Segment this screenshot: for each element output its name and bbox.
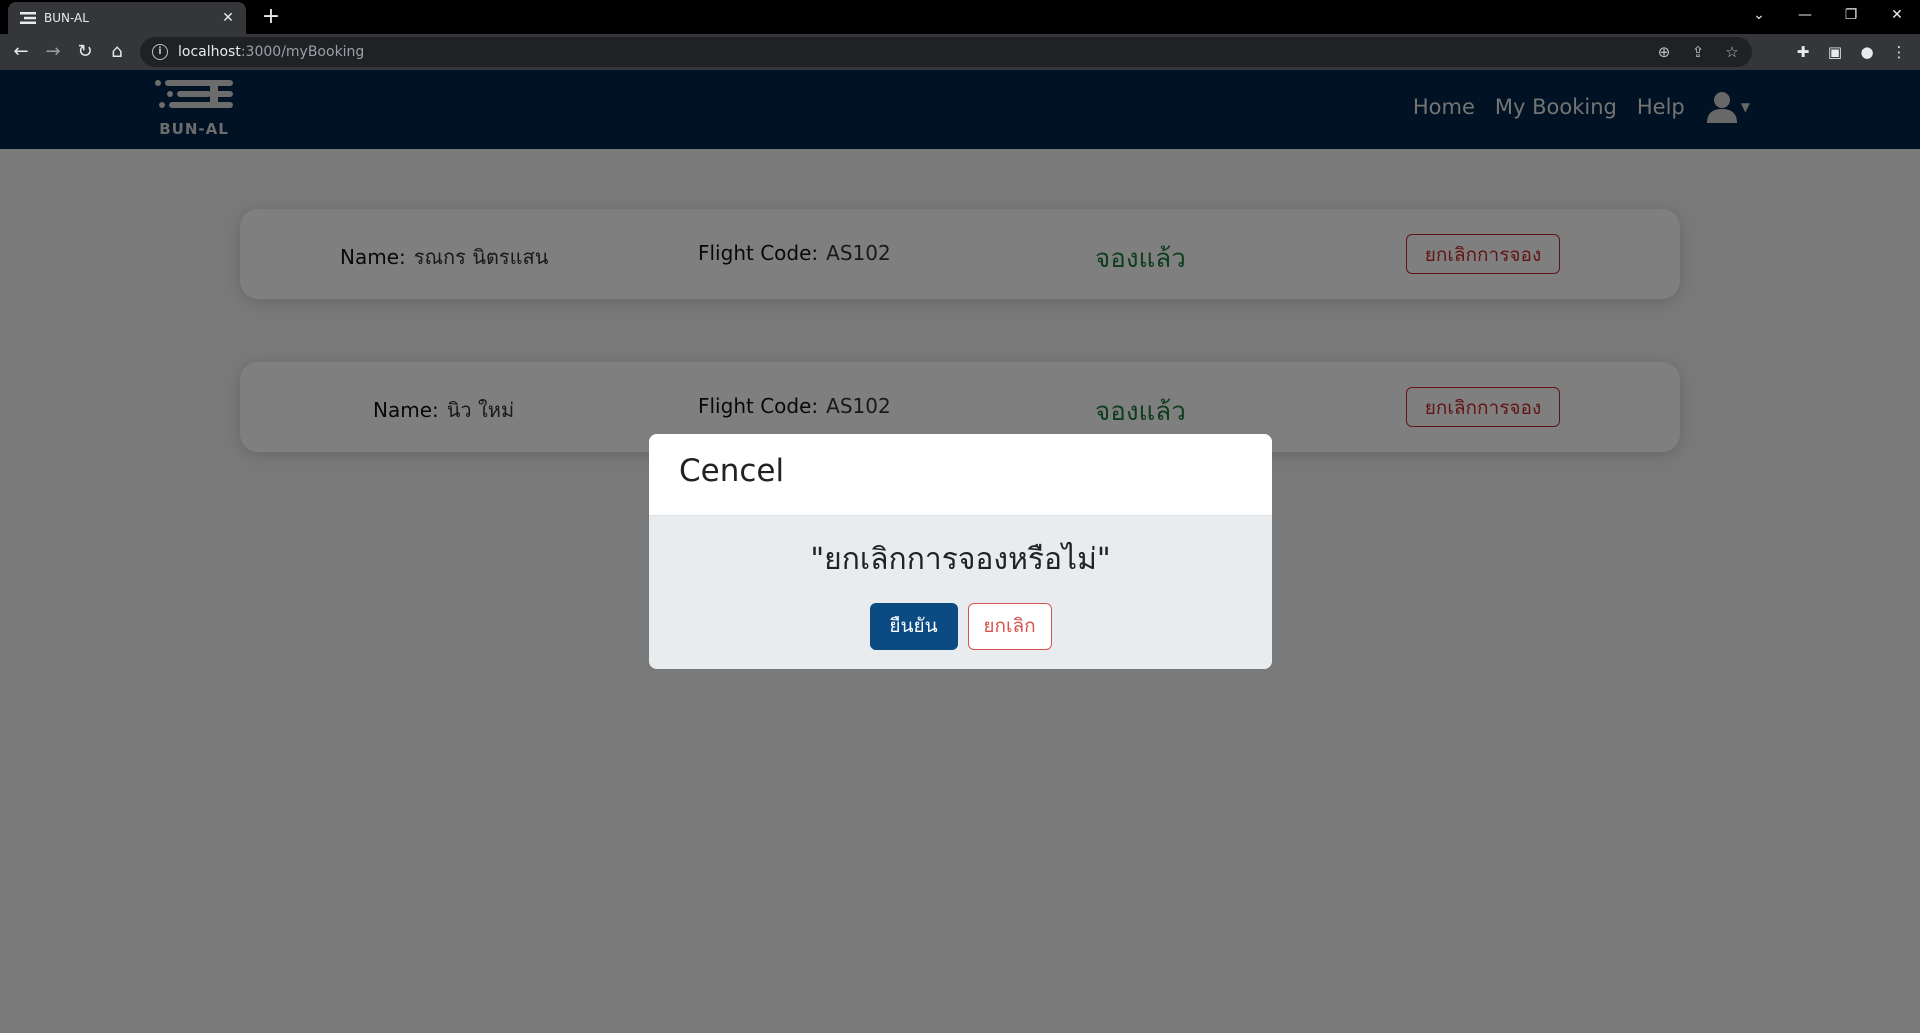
forward-icon[interactable]: → <box>40 39 66 65</box>
logo-favicon-icon <box>20 10 36 26</box>
close-tab-icon[interactable]: ✕ <box>218 10 238 26</box>
reload-icon[interactable]: ↻ <box>72 39 98 65</box>
modal-body: "ยกเลิกการจองหรือไม่" ยืนยัน ยกเลิก <box>649 516 1272 669</box>
tab-title: BUN-AL <box>44 11 89 25</box>
close-window-icon[interactable]: ✕ <box>1874 0 1920 30</box>
share-icon[interactable]: ⇪ <box>1686 40 1710 64</box>
bookmark-star-icon[interactable]: ☆ <box>1720 40 1744 64</box>
address-bar[interactable]: i localhost:3000/myBooking ⊕ ⇪ ☆ <box>140 37 1752 67</box>
zoom-icon[interactable]: ⊕ <box>1652 40 1676 64</box>
extensions-icon[interactable]: ✚ <box>1790 39 1816 65</box>
url-text[interactable]: localhost:3000/myBooking <box>178 44 364 60</box>
back-icon[interactable]: ← <box>8 39 34 65</box>
modal-title: Cencel <box>679 453 785 489</box>
confirm-button[interactable]: ยืนยัน <box>869 603 958 650</box>
minimize-icon[interactable]: — <box>1782 0 1828 30</box>
home-icon[interactable]: ⌂ <box>104 39 130 65</box>
browser-toolbar: ← → ↻ ⌂ i localhost:3000/myBooking ⊕ ⇪ ☆… <box>0 34 1920 70</box>
modal-header: Cencel <box>649 434 1272 516</box>
modal-message: "ยกเลิกการจองหรือไม่" <box>810 542 1111 577</box>
menu-kebab-icon[interactable]: ⋮ <box>1886 39 1912 65</box>
dismiss-button[interactable]: ยกเลิก <box>967 603 1052 650</box>
cancel-modal: Cencel "ยกเลิกการจองหรือไม่" ยืนยัน ยกเล… <box>649 434 1272 669</box>
new-tab-icon[interactable]: + <box>258 4 284 30</box>
side-panel-icon[interactable]: ▣ <box>1822 39 1848 65</box>
tab-search-icon[interactable]: ⌄ <box>1736 0 1782 30</box>
browser-tab[interactable]: BUN-AL ✕ <box>8 2 246 34</box>
site-info-icon[interactable]: i <box>152 44 168 60</box>
browser-tabstrip: BUN-AL ✕ + ⌄ — ❐ ✕ <box>0 0 1920 34</box>
profile-avatar-icon[interactable]: ● <box>1854 39 1880 65</box>
restore-icon[interactable]: ❐ <box>1828 0 1874 30</box>
modal-actions: ยืนยัน ยกเลิก <box>649 603 1272 650</box>
